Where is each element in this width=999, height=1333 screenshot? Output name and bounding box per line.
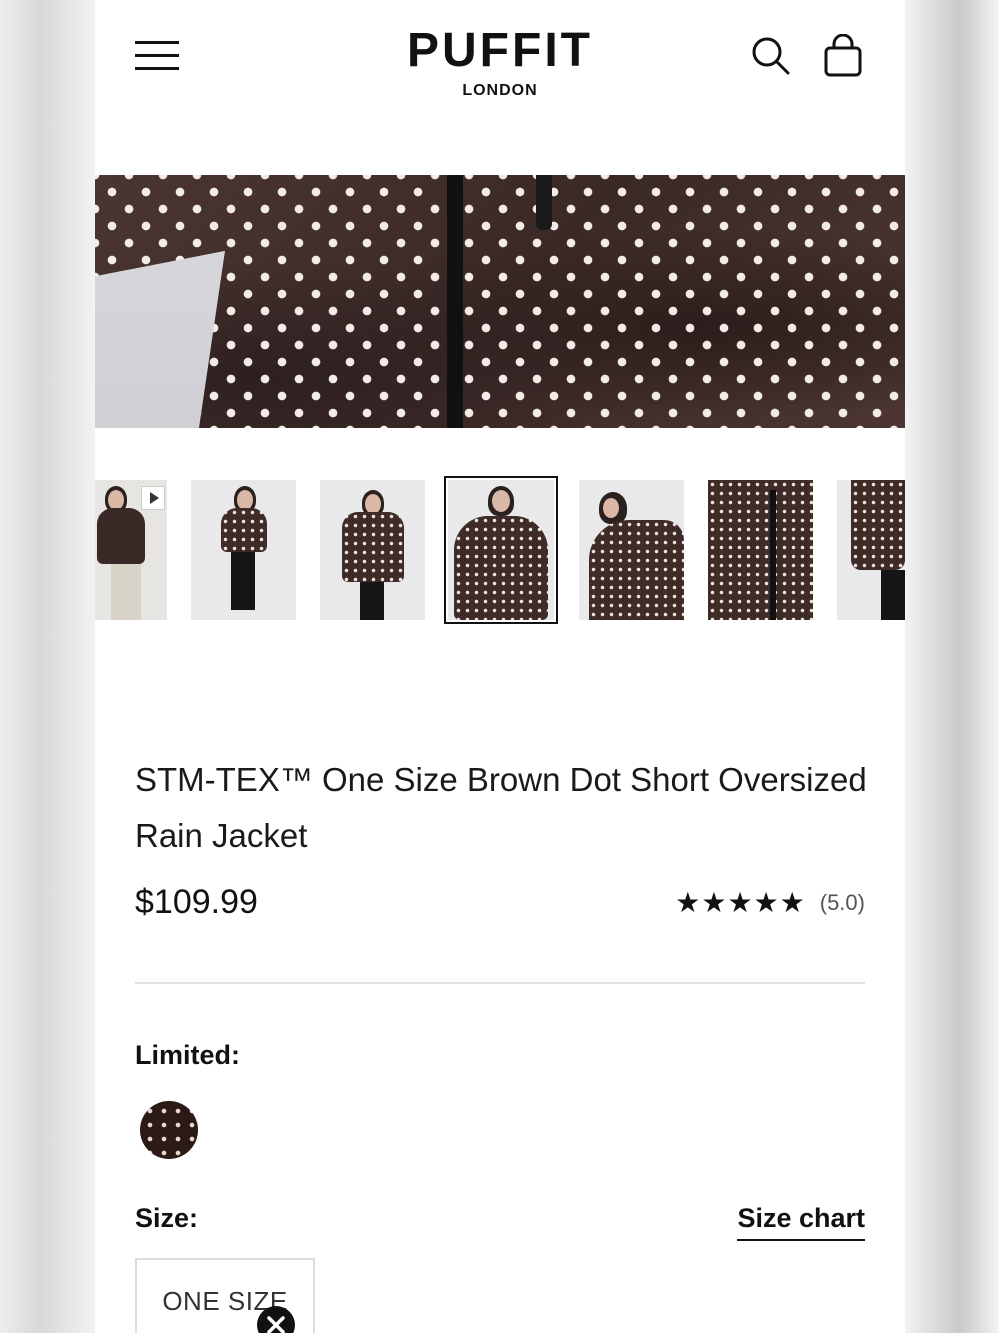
thumb-coat <box>851 480 905 570</box>
size-label: Size: <box>135 1203 199 1233</box>
thumb-legs <box>360 582 384 620</box>
shopping-bag-icon <box>824 33 862 77</box>
thumb-legs <box>111 564 141 620</box>
hamburger-icon <box>135 41 179 44</box>
site-logo[interactable]: PUFFIT LONDON <box>350 22 650 100</box>
thumb-head <box>237 490 253 510</box>
product-title: STM-TEX™ One Size Brown Dot Short Oversi… <box>135 761 867 854</box>
product-page: PUFFIT LONDON STM-TEX™ One Size Brown Do… <box>95 0 905 1333</box>
thumbnail-image[interactable] <box>320 480 425 620</box>
thumb-zipper <box>770 490 776 620</box>
search-icon <box>752 37 790 75</box>
site-header: PUFFIT LONDON <box>95 0 905 175</box>
thumbnail-image[interactable] <box>708 480 813 620</box>
thumb-coat <box>454 516 548 620</box>
divider <box>135 982 865 984</box>
thumb-coat <box>97 508 145 564</box>
search-button[interactable] <box>750 35 792 77</box>
jacket-zipper <box>447 175 463 428</box>
thumb-coat <box>221 508 267 552</box>
thumb-legs <box>881 570 905 620</box>
thumbnail-image-active[interactable] <box>444 476 558 624</box>
logo-city: LONDON <box>462 82 538 99</box>
thumb-legs <box>231 552 255 610</box>
thumb-coat <box>589 520 684 620</box>
thumb-head <box>603 498 619 518</box>
product-price: $109.99 <box>135 883 258 921</box>
thumbnail-image[interactable] <box>837 480 905 620</box>
thumb-head <box>365 494 381 514</box>
thumb-head <box>108 490 124 510</box>
jacket-drawcord <box>536 175 552 230</box>
size-chart-link[interactable]: Size chart <box>737 1203 865 1241</box>
color-label: Limited: <box>135 1040 240 1070</box>
hamburger-icon-bar <box>135 67 179 70</box>
star-rating-icon: ★★★★★ <box>675 887 806 918</box>
thumb-head <box>492 490 510 512</box>
color-swatch-brown-dot[interactable] <box>140 1101 198 1159</box>
thumbnail-video[interactable] <box>95 480 167 620</box>
thumb-coat <box>708 480 813 620</box>
logo-brand: PUFFIT <box>407 24 593 77</box>
hamburger-icon-bar <box>135 54 179 57</box>
rating-value: (5.0) <box>819 890 865 915</box>
close-icon <box>267 1316 285 1333</box>
thumb-coat <box>342 512 404 582</box>
hamburger-menu-button[interactable] <box>135 38 181 72</box>
thumbnail-strip <box>95 428 905 628</box>
thumbnail-image[interactable] <box>191 480 296 620</box>
product-rating[interactable]: ★★★★★ (5.0) <box>675 888 865 918</box>
cart-button[interactable] <box>823 33 863 78</box>
play-icon <box>141 486 165 510</box>
thumbnail-image[interactable] <box>579 480 684 620</box>
product-main-image[interactable] <box>95 175 905 428</box>
